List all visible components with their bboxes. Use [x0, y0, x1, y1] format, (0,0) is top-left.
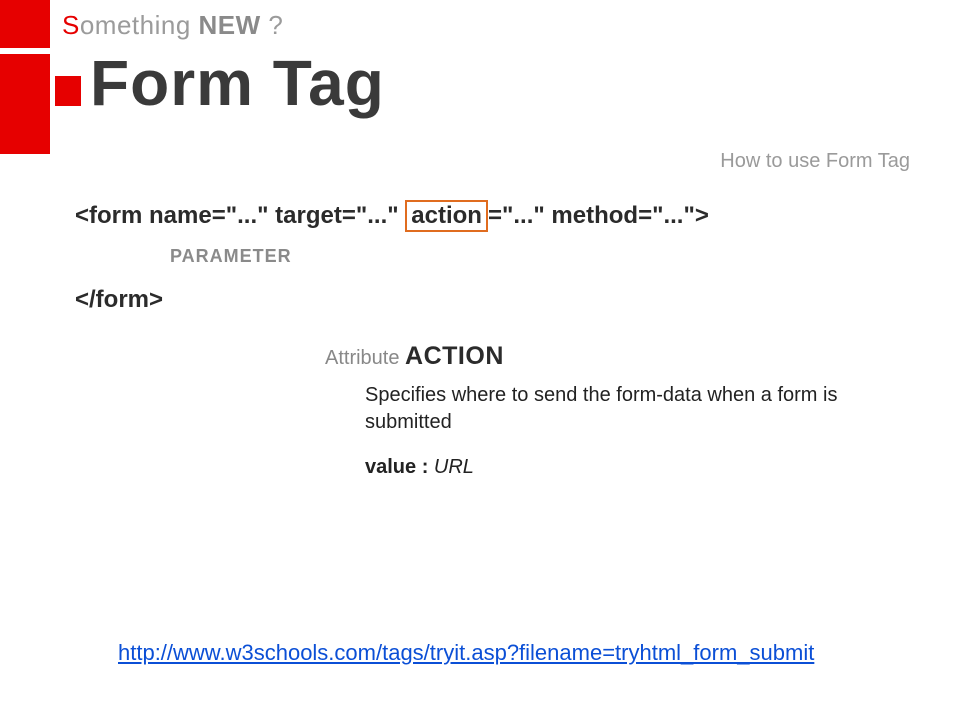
code-open-post: ="..." method="...">: [488, 202, 709, 229]
kicker-new: NEW: [199, 10, 261, 40]
kicker-first-letter: S: [62, 10, 80, 40]
code-open-pre: <form name="..." target="...": [75, 202, 405, 229]
code-form-open: <form name="..." target="..." action="..…: [75, 200, 709, 232]
attribute-value-label: value :: [365, 456, 434, 478]
code-parameter-label: PARAMETER: [170, 246, 292, 267]
attribute-description: Specifies where to send the form-data wh…: [365, 382, 885, 436]
kicker-rest: omething: [80, 10, 199, 40]
decor-red-block-small: [55, 76, 81, 106]
decor-red-block-left: [0, 54, 50, 154]
attribute-value: value : URL: [365, 456, 474, 479]
kicker-tail: ?: [261, 10, 284, 40]
code-form-close: </form>: [75, 286, 163, 314]
attribute-value-type: URL: [434, 456, 474, 478]
attribute-heading: Attribute ACTION: [325, 342, 504, 371]
slide-kicker: Something NEW ?: [62, 10, 283, 41]
page-subtitle: How to use Form Tag: [720, 150, 910, 173]
reference-link[interactable]: http://www.w3schools.com/tags/tryit.asp?…: [118, 640, 814, 666]
page-title: Form Tag: [90, 46, 385, 120]
attribute-label: Attribute: [325, 347, 405, 369]
code-action-highlight: action: [405, 200, 488, 232]
attribute-name: ACTION: [405, 342, 504, 370]
decor-red-block-top: [0, 0, 50, 48]
